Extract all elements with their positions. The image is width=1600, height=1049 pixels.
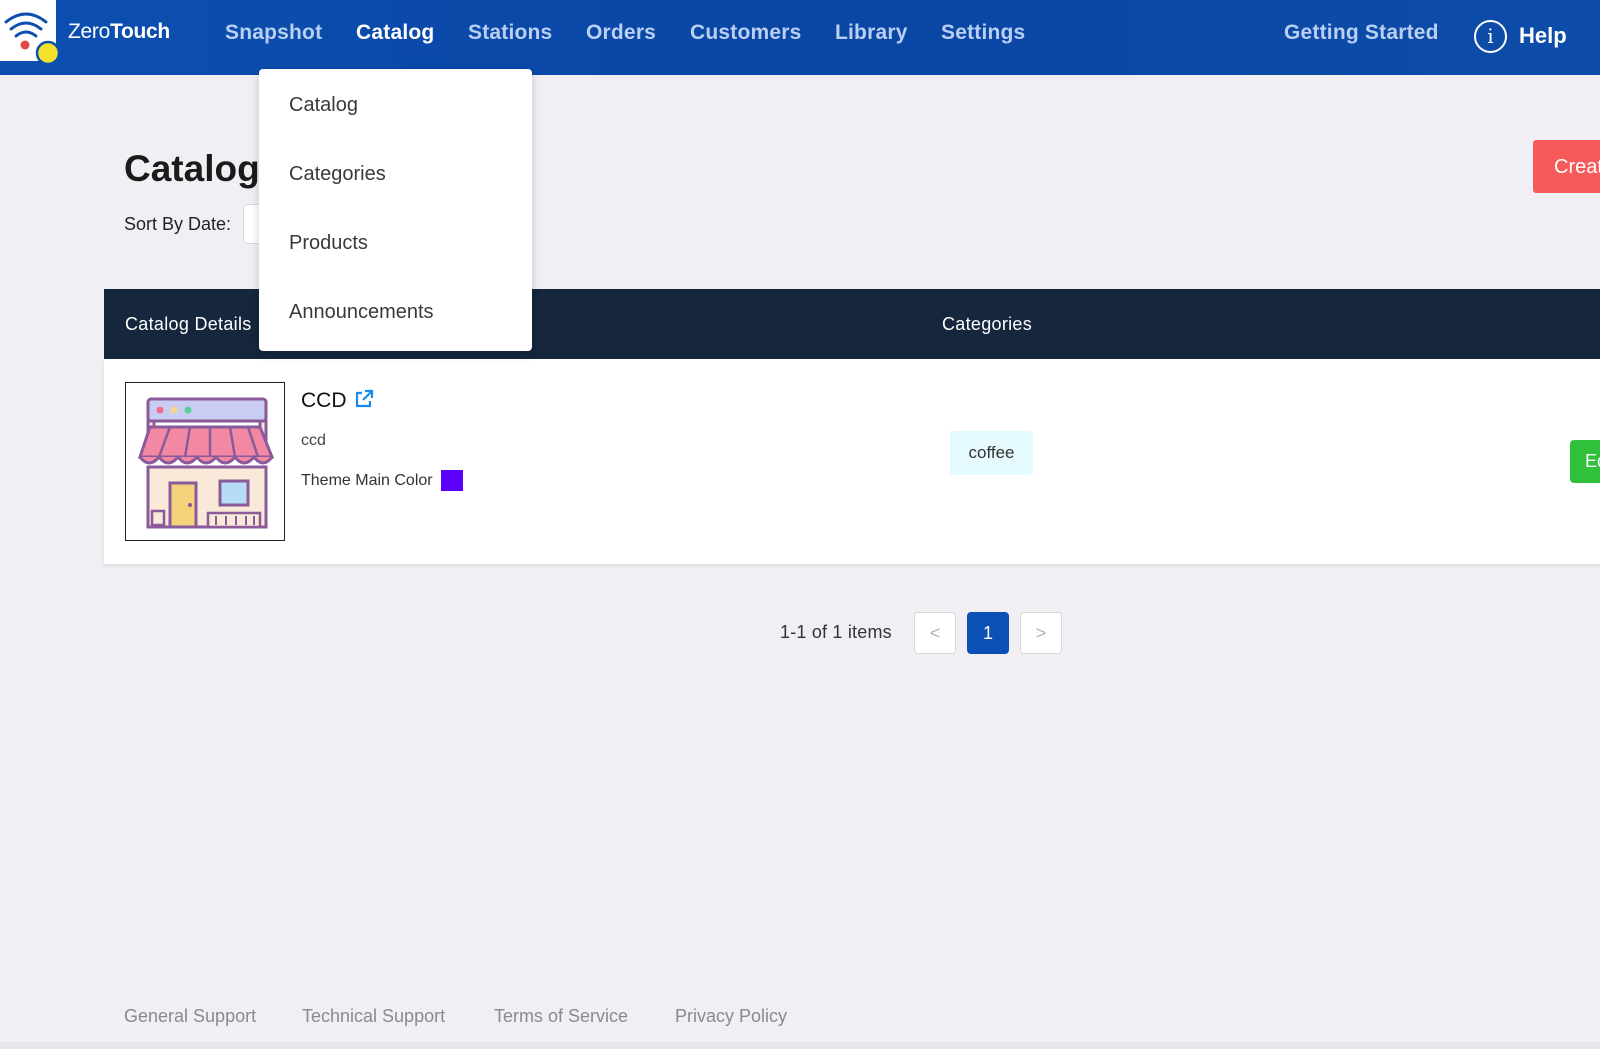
page-title: Catalog [124,148,260,189]
nav-snapshot[interactable]: Snapshot [225,21,322,45]
edit-button[interactable]: Edit [1570,440,1600,483]
dropdown-item-catalog[interactable]: Catalog [289,94,358,117]
pagination-page-1[interactable]: 1 [967,612,1009,654]
dropdown-item-announcements[interactable]: Announcements [289,301,434,324]
pagination-total: 1-1 of 1 items [780,622,892,642]
nav-customers[interactable]: Customers [690,21,802,45]
pagination-next-button[interactable]: > [1020,612,1062,654]
zerotouch-logo[interactable] [0,0,60,65]
footer-technical-support[interactable]: Technical Support [302,1006,445,1027]
dropdown-item-products[interactable]: Products [289,232,368,255]
column-catalog-details: Catalog Details [125,314,252,334]
footer-terms-of-service[interactable]: Terms of Service [494,1006,628,1027]
catalog-dropdown-menu: Catalog Categories Products Announcement… [259,69,532,351]
table-row: CCD ccd Theme Main Color coffee Edit [104,359,1600,564]
external-link-icon[interactable] [354,389,374,414]
catalog-slug: ccd [301,432,326,449]
store-icon [137,397,275,529]
chevron-left-icon: < [929,622,941,643]
footer-privacy-policy[interactable]: Privacy Policy [675,1006,787,1027]
catalog-thumbnail [125,382,285,541]
dropdown-item-categories[interactable]: Categories [289,163,386,186]
info-icon: i [1474,19,1507,53]
create-button[interactable]: Create [1533,140,1600,193]
help-button[interactable]: i Help [1474,17,1567,55]
nav-orders[interactable]: Orders [586,21,656,45]
sort-by-date-label: Sort By Date: [124,214,232,234]
nav-library[interactable]: Library [835,21,908,45]
catalog-name[interactable]: CCD [301,389,347,413]
pagination-prev-button[interactable]: < [914,612,956,654]
theme-main-color-label: Theme Main Color [301,472,433,489]
nav-getting-started[interactable]: Getting Started [1284,21,1439,45]
help-label: Help [1519,23,1567,48]
wifi-logo-icon [4,12,60,65]
nav-settings[interactable]: Settings [941,21,1025,45]
column-categories: Categories [942,314,1033,334]
theme-color-swatch [441,470,463,491]
brand-name: ZeroTouch [68,20,170,43]
top-navbar: ZeroTouch Snapshot Catalog Stations Orde… [0,0,1600,75]
nav-stations[interactable]: Stations [468,21,552,45]
category-tag: coffee [950,431,1033,475]
nav-catalog[interactable]: Catalog [356,21,434,45]
footer-general-support[interactable]: General Support [124,1006,256,1027]
bottom-divider [0,1042,1600,1049]
chevron-right-icon: > [1035,622,1047,643]
